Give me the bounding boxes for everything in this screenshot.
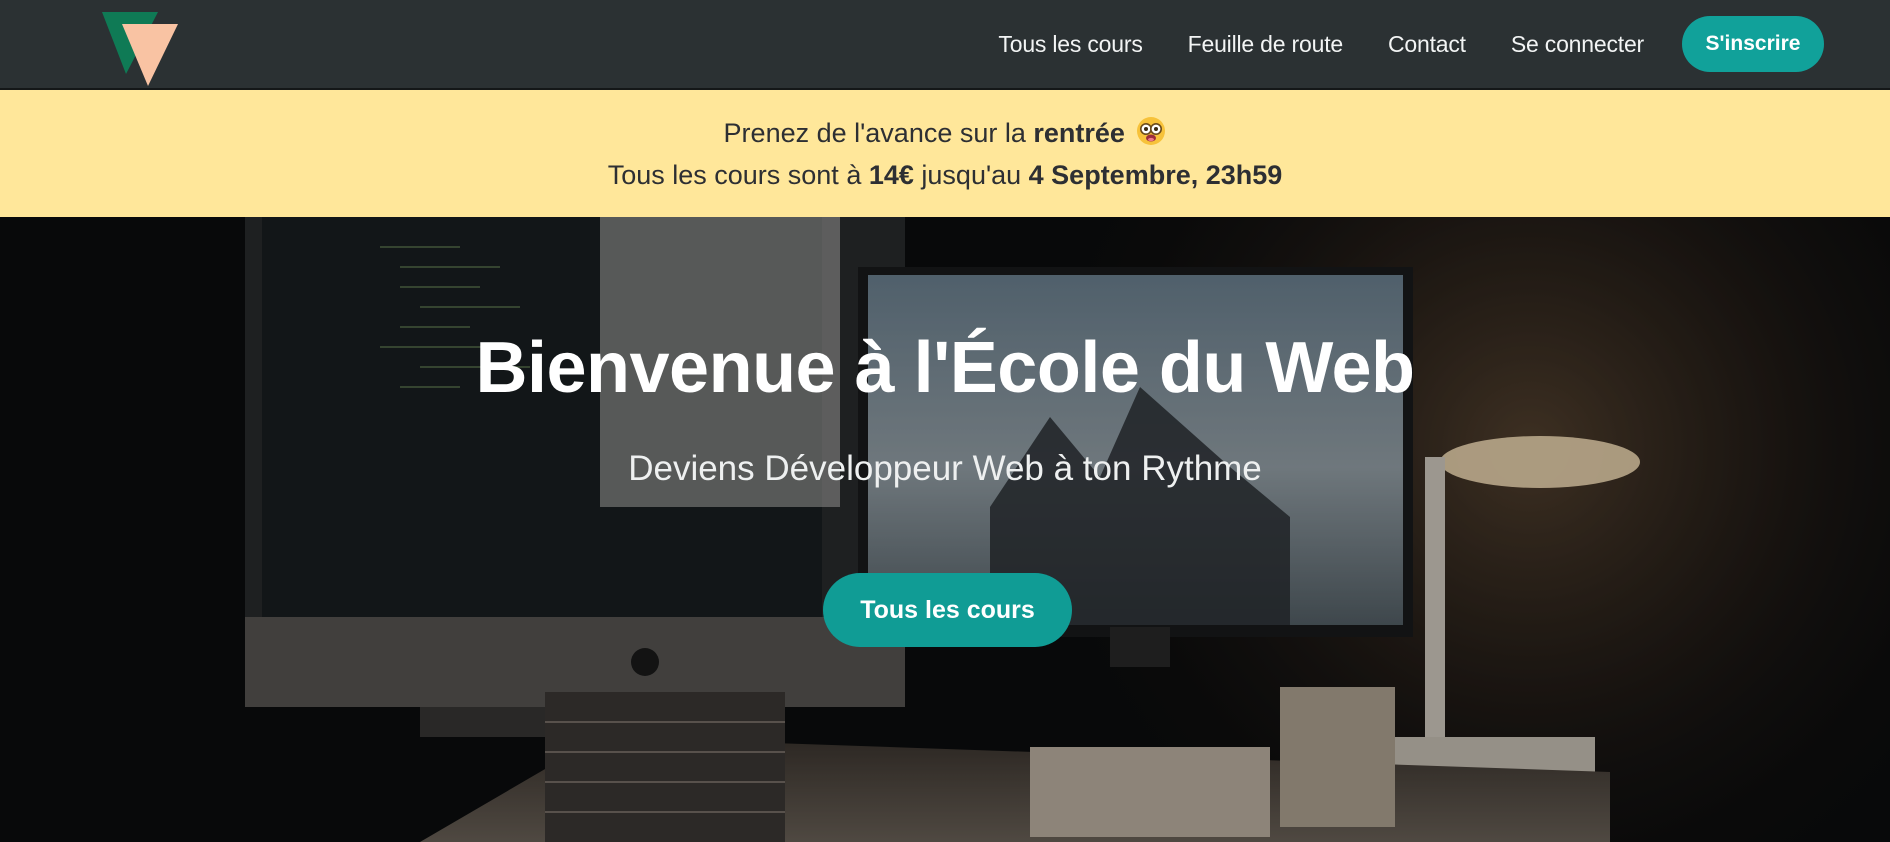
promo-line-1-prefix: Prenez de l'avance sur la bbox=[723, 117, 1034, 148]
hero-section: Bienvenue à l'École du Web Deviens Dével… bbox=[0, 217, 1890, 842]
promo-line-2-middle: jusqu'au bbox=[913, 159, 1029, 190]
promo-deadline: 4 Septembre, 23h59 bbox=[1028, 159, 1283, 190]
promo-price: 14€ bbox=[868, 159, 914, 190]
hero-title: Bienvenue à l'École du Web bbox=[475, 328, 1415, 408]
nerd-face-icon bbox=[1137, 116, 1166, 145]
signup-button[interactable]: S'inscrire bbox=[1682, 16, 1824, 72]
hero-subtitle: Deviens Développeur Web à ton Rythme bbox=[628, 449, 1262, 488]
all-courses-button[interactable]: Tous les cours bbox=[823, 573, 1072, 647]
promo-line-2: Tous les cours sont à 14€ jusqu'au 4 Sep… bbox=[608, 154, 1283, 196]
nav-link-contact[interactable]: Contact bbox=[1388, 31, 1466, 58]
triangle-logo-icon[interactable] bbox=[100, 10, 180, 86]
nav-link-all-courses[interactable]: Tous les cours bbox=[998, 31, 1142, 58]
nav-link-roadmap[interactable]: Feuille de route bbox=[1188, 31, 1344, 58]
nav-link-login[interactable]: Se connecter bbox=[1511, 31, 1644, 58]
navbar: Tous les cours Feuille de route Contact … bbox=[0, 0, 1890, 90]
promo-banner: Prenez de l'avance sur la rentrée Tous l… bbox=[0, 90, 1890, 217]
hero-overlay bbox=[0, 217, 1890, 842]
promo-line-2-prefix: Tous les cours sont à bbox=[607, 159, 869, 190]
nav-links: Tous les cours Feuille de route Contact … bbox=[998, 0, 1890, 88]
promo-line-1-highlight: rentrée bbox=[1033, 117, 1125, 148]
promo-line-1: Prenez de l'avance sur la rentrée bbox=[724, 112, 1167, 154]
